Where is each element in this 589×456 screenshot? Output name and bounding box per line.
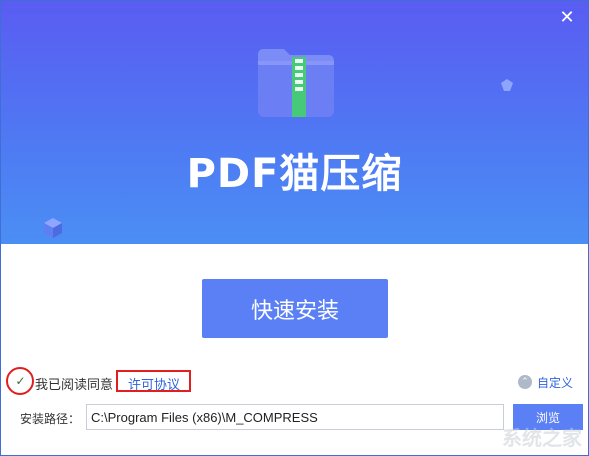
install-path-row: 安装路径： 浏览 xyxy=(1,404,588,432)
quick-install-button[interactable]: 快速安装 xyxy=(202,279,388,338)
license-agreement-link[interactable]: 许可协议 xyxy=(128,374,180,393)
decorative-gem-icon xyxy=(501,79,513,91)
browse-button[interactable]: 浏览 xyxy=(513,404,583,430)
chevron-up-circle-icon: ⌃ xyxy=(518,375,532,389)
install-path-label: 安装路径： xyxy=(20,412,81,426)
custom-install-toggle[interactable]: ⌃ 自定义 xyxy=(518,374,573,390)
agree-checkbox[interactable]: ✓ xyxy=(14,375,27,388)
installer-window: ✕ PDF猫压缩 快速安装 ✓ 我已阅读同意 许可协议 ⌃ 自定义 安装路径： … xyxy=(0,0,589,456)
close-button[interactable]: ✕ xyxy=(556,7,578,29)
zip-folder-icon xyxy=(258,49,334,117)
agreement-row: ✓ 我已阅读同意 许可协议 ⌃ 自定义 xyxy=(1,367,588,397)
close-icon: ✕ xyxy=(559,7,575,28)
agree-text: 我已阅读同意 xyxy=(35,378,114,393)
app-title: PDF猫压缩 xyxy=(186,151,403,197)
hero-banner: ✕ PDF猫压缩 xyxy=(1,1,588,244)
decorative-cube-icon xyxy=(44,218,62,238)
install-path-input[interactable] xyxy=(86,404,504,430)
custom-install-label: 自定义 xyxy=(537,375,574,390)
